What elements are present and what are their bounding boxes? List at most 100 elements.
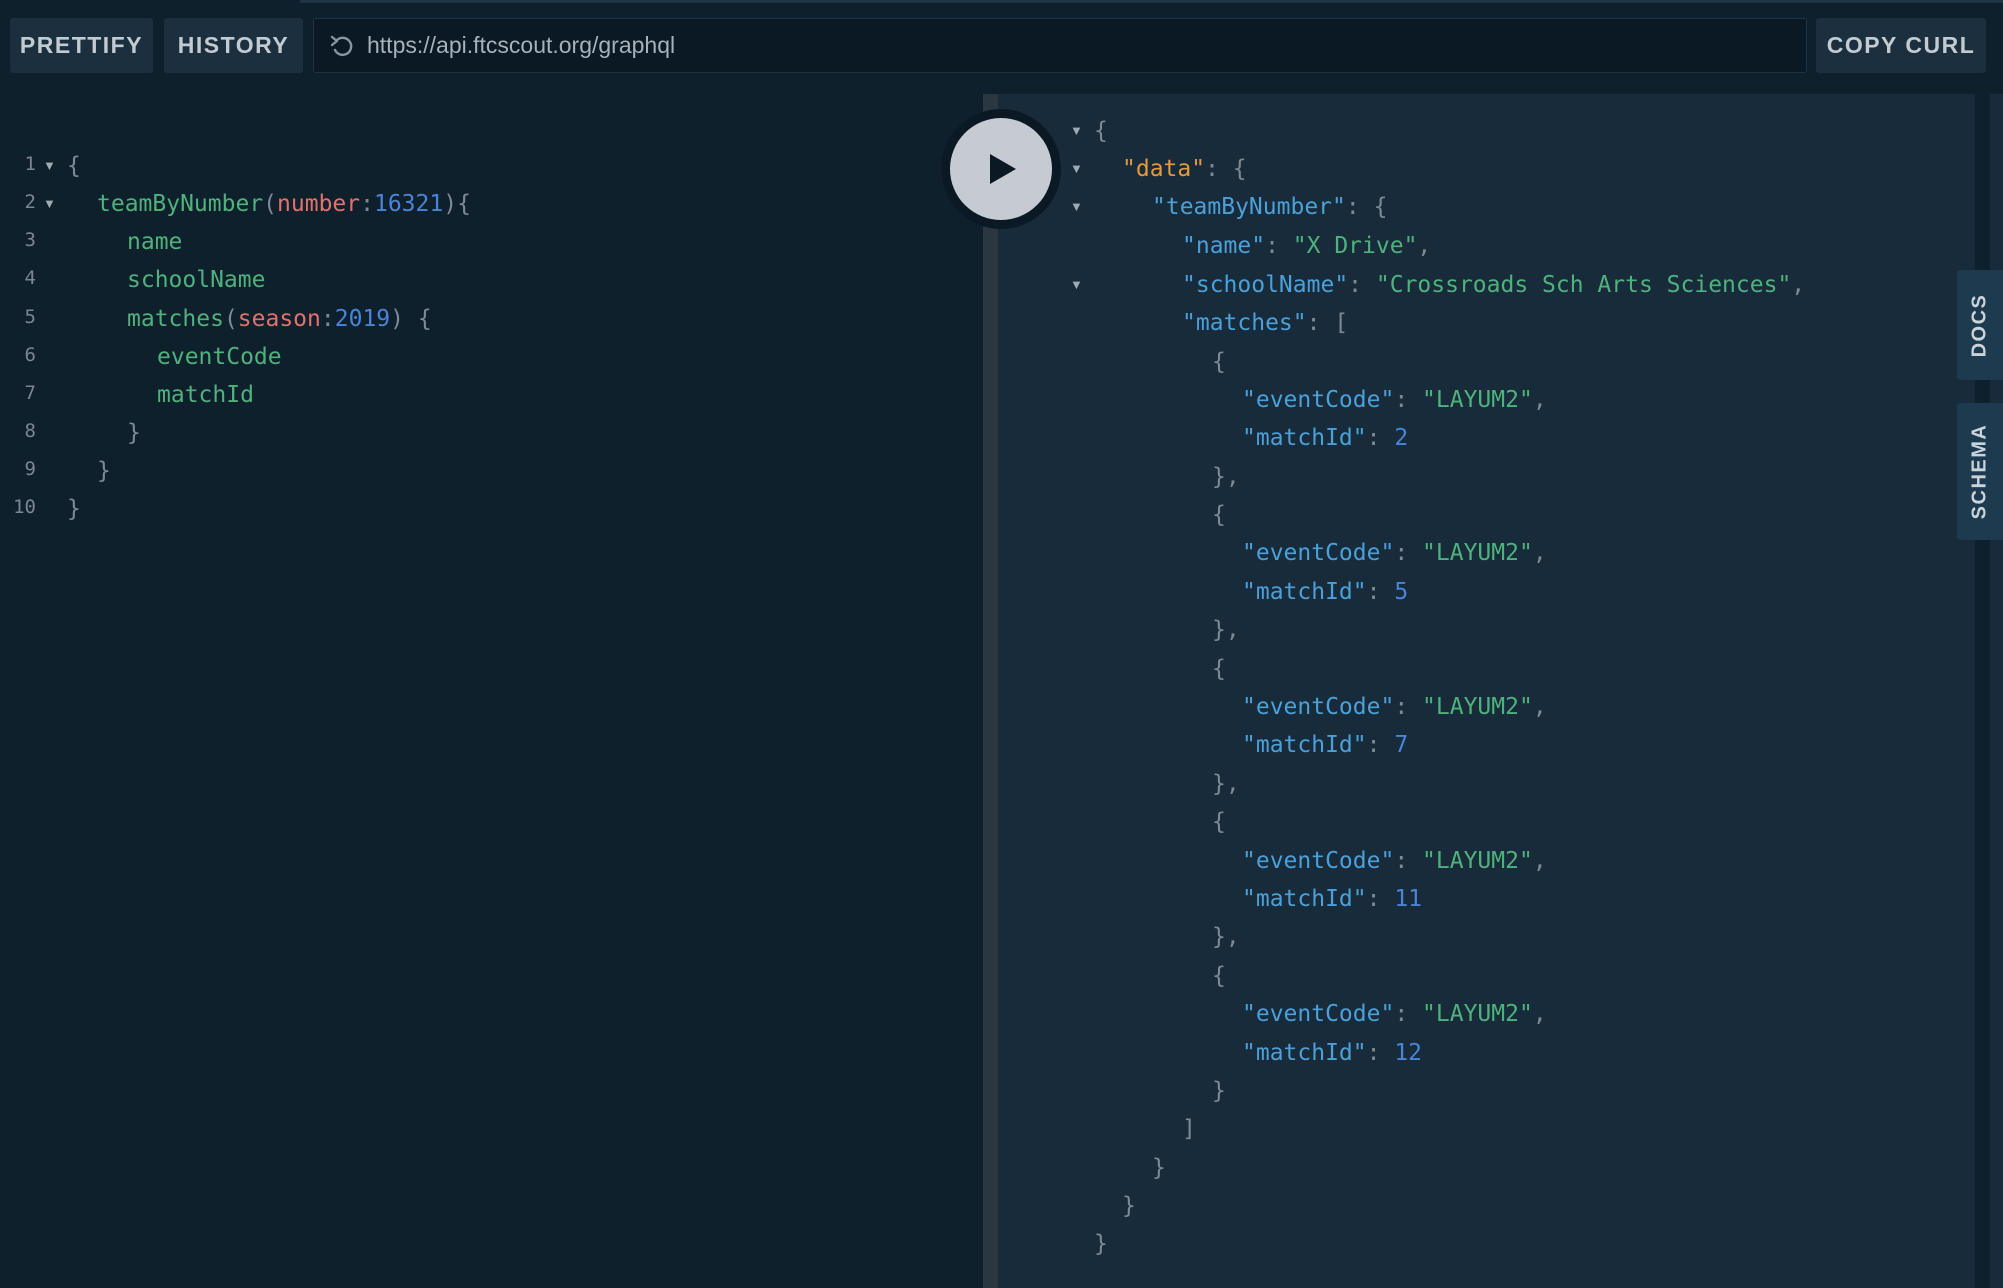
docs-tab[interactable]: DOCS xyxy=(1957,270,2003,380)
match-id-value: 5 xyxy=(1394,579,1409,605)
team-by-number-field: teamByNumber xyxy=(97,191,264,217)
fold-toggle-icon[interactable]: ▼ xyxy=(1070,266,1083,304)
fold-toggle-icon[interactable]: ▼ xyxy=(1070,112,1083,150)
colon: : xyxy=(1265,233,1293,259)
colon: : xyxy=(1394,540,1423,566)
paren: ( xyxy=(223,306,238,332)
match-id-key: "matchId" xyxy=(1242,579,1367,605)
colon-bracket: : [ xyxy=(1306,310,1349,336)
line-number: 6 xyxy=(24,344,36,366)
json-line: }, xyxy=(1212,918,1240,956)
schema-tab[interactable]: SCHEMA xyxy=(1957,403,2003,540)
match-id-key: "matchId" xyxy=(1242,732,1367,758)
brace: { xyxy=(1094,118,1108,144)
colon-brace: : { xyxy=(1345,194,1388,220)
history-button[interactable]: HISTORY xyxy=(164,18,303,73)
fold-toggle-icon[interactable]: ▼ xyxy=(43,147,56,185)
colon: : xyxy=(1394,1001,1423,1027)
name-field: name xyxy=(127,229,183,255)
json-line: "eventCode": "LAYUM2", xyxy=(1242,534,1547,572)
code-line: name xyxy=(127,223,182,261)
number-value: 16321 xyxy=(373,191,444,217)
colon: : xyxy=(1394,694,1423,720)
line-number: 7 xyxy=(24,382,36,404)
query-editor[interactable]: 1 2 3 4 5 6 7 8 9 10 ▼ ▼ { teamByNumber(… xyxy=(0,94,983,1288)
execute-query-button[interactable] xyxy=(941,109,1061,229)
json-line: "matchId": 2 xyxy=(1242,419,1408,457)
prettify-button[interactable]: PRETTIFY xyxy=(10,18,153,73)
match-id-value: 2 xyxy=(1394,425,1409,451)
play-icon xyxy=(950,118,1052,220)
json-line: ] xyxy=(1182,1110,1196,1148)
event-code-key: "eventCode" xyxy=(1242,1001,1395,1027)
code-line: schoolName xyxy=(127,261,265,299)
code-line: { xyxy=(67,147,81,185)
json-line: { xyxy=(1212,343,1226,381)
brace-comma: }, xyxy=(1212,771,1240,797)
copy-curl-button[interactable]: COPY CURL xyxy=(1816,18,1986,73)
paren-brace: ) { xyxy=(390,306,432,332)
fold-toggle-icon[interactable]: ▼ xyxy=(1070,188,1083,226)
json-line: "eventCode": "LAYUM2", xyxy=(1242,381,1547,419)
json-line: "matchId": 12 xyxy=(1242,1034,1422,1072)
json-line: "eventCode": "LAYUM2", xyxy=(1242,842,1547,880)
result-viewer: ▼ ▼ ▼ ▼ { "data": { "teamByNumber": { "n… xyxy=(998,94,1975,1288)
brace: } xyxy=(1122,1193,1136,1219)
match-id-value: 7 xyxy=(1394,732,1409,758)
school-name-key: "schoolName" xyxy=(1182,272,1349,298)
json-line: "matchId": 5 xyxy=(1242,573,1408,611)
match-id-key: "matchId" xyxy=(1242,1040,1367,1066)
brace-comma: }, xyxy=(1212,924,1240,950)
colon: : xyxy=(1394,848,1423,874)
number-argument: number xyxy=(277,191,361,217)
reload-icon[interactable] xyxy=(328,31,358,61)
fold-toggle-icon[interactable]: ▼ xyxy=(1070,150,1083,188)
json-line: "schoolName": "Crossroads Sch Arts Scien… xyxy=(1182,266,1805,304)
pane-divider[interactable] xyxy=(983,94,998,1288)
match-id-value: 12 xyxy=(1394,1040,1423,1066)
colon: : xyxy=(1348,272,1376,298)
brace-comma: }, xyxy=(1212,617,1240,643)
name-key: "name" xyxy=(1182,233,1266,259)
json-line: "teamByNumber": { xyxy=(1152,188,1387,226)
code-line: eventCode xyxy=(157,338,282,376)
brace: } xyxy=(97,458,111,484)
brace: { xyxy=(1212,502,1226,528)
json-line: }, xyxy=(1212,611,1240,649)
fold-toggle-icon[interactable]: ▼ xyxy=(43,185,56,223)
comma: , xyxy=(1532,1001,1547,1027)
line-number: 1 xyxy=(24,153,36,175)
brace: } xyxy=(1212,1078,1226,1104)
event-code-key: "eventCode" xyxy=(1242,694,1395,720)
brace: { xyxy=(67,153,81,179)
line-number: 8 xyxy=(24,420,36,442)
comma: , xyxy=(1532,848,1547,874)
colon: : xyxy=(1394,387,1423,413)
brace: { xyxy=(1212,349,1226,375)
match-id-key: "matchId" xyxy=(1242,886,1367,912)
brace: } xyxy=(1094,1231,1108,1257)
colon: : xyxy=(1366,732,1395,758)
json-line: "eventCode": "LAYUM2", xyxy=(1242,995,1547,1033)
event-code-value: "LAYUM2" xyxy=(1422,848,1533,874)
results-scrollbar[interactable] xyxy=(1975,80,1990,1288)
json-line: } xyxy=(1094,1225,1108,1263)
endpoint-url-field[interactable]: https://api.ftcscout.org/graphql xyxy=(313,18,1807,73)
colon: : xyxy=(320,306,335,332)
json-line: }, xyxy=(1212,458,1240,496)
code-line: matches(season:2019) { xyxy=(127,300,432,338)
line-number: 10 xyxy=(13,496,36,518)
json-line: { xyxy=(1094,112,1108,150)
line-number: 3 xyxy=(24,229,36,251)
brace: } xyxy=(127,420,141,446)
event-code-key: "eventCode" xyxy=(1242,540,1395,566)
docs-tab-label: DOCS xyxy=(1968,293,1991,357)
name-value: "X Drive" xyxy=(1292,233,1418,259)
json-line: "matchId": 7 xyxy=(1242,726,1408,764)
line-number: 2 xyxy=(24,191,36,213)
event-code-value: "LAYUM2" xyxy=(1422,387,1533,413)
colon-brace: : { xyxy=(1205,156,1247,182)
code-line: matchId xyxy=(157,376,254,414)
brace: { xyxy=(1212,809,1226,835)
endpoint-url: https://api.ftcscout.org/graphql xyxy=(367,32,676,58)
